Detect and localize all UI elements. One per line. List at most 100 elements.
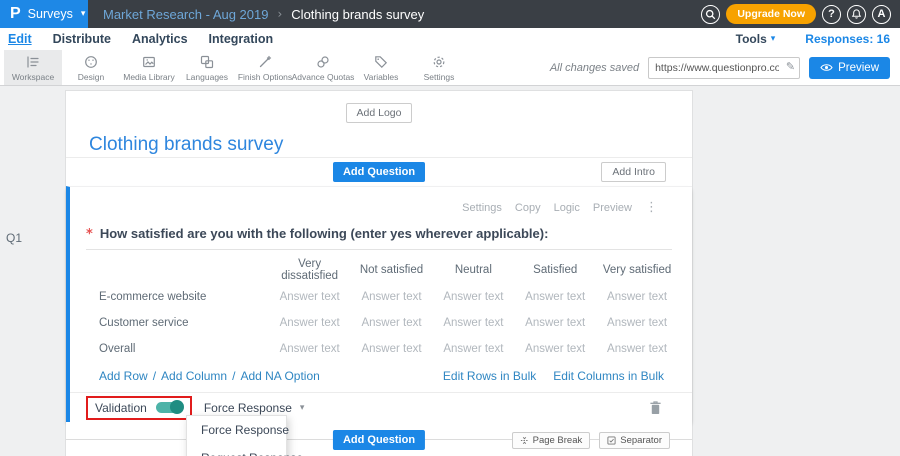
- menu-item-request-response[interactable]: Request Response: [187, 444, 286, 456]
- row-label[interactable]: E-commerce website: [99, 291, 269, 303]
- toolbar-item-settings[interactable]: Settings: [410, 50, 468, 85]
- upgrade-now-button[interactable]: Upgrade Now: [726, 4, 816, 24]
- survey-url-input[interactable]: [648, 57, 800, 79]
- column-header[interactable]: Very satisfied: [596, 264, 678, 276]
- survey-card: Add Logo Clothing brands survey Add Ques…: [65, 90, 693, 456]
- response-dropdown-trigger[interactable]: Force Response ▾: [204, 401, 305, 415]
- nav-right: Tools ▾ Responses: 16: [736, 32, 890, 46]
- question-preview-link[interactable]: Preview: [593, 202, 632, 214]
- table-row: E-commerce website Answer text Answer te…: [99, 284, 678, 310]
- tab-integration[interactable]: Integration: [209, 32, 274, 46]
- answer-cell[interactable]: Answer text: [514, 317, 596, 329]
- column-header[interactable]: Very dissatisfied: [269, 258, 351, 282]
- menu-item-force-response[interactable]: Force Response: [187, 416, 286, 444]
- toolbar-item-label: Design: [78, 72, 104, 82]
- breadcrumb: Market Research - Aug 2019 › Clothing br…: [103, 7, 424, 22]
- edit-url-icon[interactable]: ✎: [786, 60, 795, 73]
- chevron-down-icon: ▾: [771, 34, 776, 44]
- toolbar-item-label: Variables: [364, 72, 399, 82]
- finish-options-icon: [257, 54, 273, 70]
- tab-analytics[interactable]: Analytics: [132, 32, 188, 46]
- separator-button[interactable]: Separator: [599, 432, 670, 449]
- row-label[interactable]: Overall: [99, 343, 269, 355]
- response-dropdown-menu: Force Response Request Response: [186, 415, 287, 456]
- answer-cell[interactable]: Answer text: [514, 291, 596, 303]
- search-button[interactable]: [701, 5, 720, 24]
- toolbar-item-finish-options[interactable]: Finish Options: [236, 50, 294, 85]
- answer-cell[interactable]: Answer text: [432, 343, 514, 355]
- column-header[interactable]: Neutral: [432, 264, 514, 276]
- add-question-button[interactable]: Add Question: [333, 162, 425, 182]
- toolbar-item-advance-quotas[interactable]: Advance Quotas: [294, 50, 352, 85]
- add-logo-button[interactable]: Add Logo: [346, 103, 413, 123]
- row-label[interactable]: Customer service: [99, 317, 269, 329]
- questionpro-logo[interactable]: P Surveys ▾: [0, 0, 88, 28]
- answer-cell[interactable]: Answer text: [351, 317, 433, 329]
- answer-cell[interactable]: Answer text: [432, 291, 514, 303]
- toolbar-item-media-library[interactable]: Media Library: [120, 50, 178, 85]
- validation-toggle[interactable]: [156, 402, 183, 413]
- question-copy-link[interactable]: Copy: [515, 202, 541, 214]
- tab-edit[interactable]: Edit: [8, 32, 32, 46]
- toolbar-item-workspace[interactable]: Workspace: [4, 50, 62, 85]
- tools-label: Tools: [736, 32, 767, 46]
- toolbar: Workspace Design Media Library Languages…: [0, 50, 900, 86]
- column-header[interactable]: Satisfied: [514, 264, 596, 276]
- delete-question-button[interactable]: [649, 400, 662, 415]
- product-name: Surveys: [28, 7, 73, 21]
- answer-cell[interactable]: Answer text: [596, 343, 678, 355]
- breadcrumb-folder[interactable]: Market Research - Aug 2019: [103, 7, 268, 22]
- edit-columns-bulk-link[interactable]: Edit Columns in Bulk: [553, 369, 664, 383]
- answer-cell[interactable]: Answer text: [269, 291, 351, 303]
- add-row-link[interactable]: Add Row: [99, 369, 148, 383]
- tab-distribute[interactable]: Distribute: [53, 32, 111, 46]
- toolbar-item-design[interactable]: Design: [62, 50, 120, 85]
- answer-cell[interactable]: Answer text: [596, 317, 678, 329]
- toolbar-item-label: Media Library: [123, 72, 175, 82]
- add-intro-button[interactable]: Add Intro: [601, 162, 666, 182]
- add-na-option-link[interactable]: Add NA Option: [240, 369, 319, 383]
- page-break-button[interactable]: Page Break: [512, 432, 591, 449]
- settings-icon: [431, 54, 447, 70]
- media-library-icon: [141, 54, 157, 70]
- topbar: P Surveys ▾ Market Research - Aug 2019 ›…: [0, 0, 900, 28]
- notifications-button[interactable]: [847, 5, 866, 24]
- answer-cell[interactable]: Answer text: [432, 317, 514, 329]
- bulk-actions: Edit Rows in Bulk Edit Columns in Bulk: [443, 369, 664, 383]
- answer-cell[interactable]: Answer text: [269, 343, 351, 355]
- survey-title[interactable]: Clothing brands survey: [66, 123, 692, 156]
- page-break-icon: [520, 436, 529, 445]
- nav-tabs: Edit Distribute Analytics Integration: [8, 32, 273, 46]
- preview-button[interactable]: Preview: [809, 57, 890, 79]
- add-question-button[interactable]: Add Question: [333, 430, 425, 450]
- toolbar-item-label: Advance Quotas: [292, 72, 355, 82]
- help-button[interactable]: ?: [822, 5, 841, 24]
- toolbar-item-variables[interactable]: Variables: [352, 50, 410, 85]
- more-options-icon[interactable]: ⋮: [645, 200, 658, 215]
- answer-cell[interactable]: Answer text: [351, 343, 433, 355]
- answer-cell[interactable]: Answer text: [596, 291, 678, 303]
- bell-icon: [851, 8, 862, 20]
- question-logic-link[interactable]: Logic: [554, 202, 580, 214]
- question-text-row[interactable]: *How satisfied are you with the followin…: [70, 215, 692, 242]
- toolbar-right: All changes saved ✎ Preview: [550, 50, 900, 85]
- tools-menu[interactable]: Tools ▾: [736, 32, 776, 46]
- toolbar-item-label: Languages: [186, 72, 228, 82]
- response-dropdown-value: Force Response: [204, 401, 292, 415]
- avatar[interactable]: A: [872, 5, 891, 24]
- answer-cell[interactable]: Answer text: [351, 291, 433, 303]
- column-header[interactable]: Not satisfied: [351, 264, 433, 276]
- question-block: Settings Copy Logic Preview ⋮ *How satis…: [66, 186, 692, 422]
- responses-count[interactable]: Responses: 16: [805, 32, 890, 46]
- edit-rows-bulk-link[interactable]: Edit Rows in Bulk: [443, 369, 536, 383]
- save-status: All changes saved: [550, 62, 639, 74]
- answer-cell[interactable]: Answer text: [269, 317, 351, 329]
- trash-icon: [649, 402, 662, 419]
- question-settings-link[interactable]: Settings: [462, 202, 502, 214]
- toolbar-item-label: Workspace: [12, 72, 54, 82]
- chevron-down-icon: ▾: [81, 9, 86, 19]
- add-column-link[interactable]: Add Column: [161, 369, 227, 383]
- toolbar-item-languages[interactable]: Languages: [178, 50, 236, 85]
- action-separator: /: [153, 369, 156, 383]
- answer-cell[interactable]: Answer text: [514, 343, 596, 355]
